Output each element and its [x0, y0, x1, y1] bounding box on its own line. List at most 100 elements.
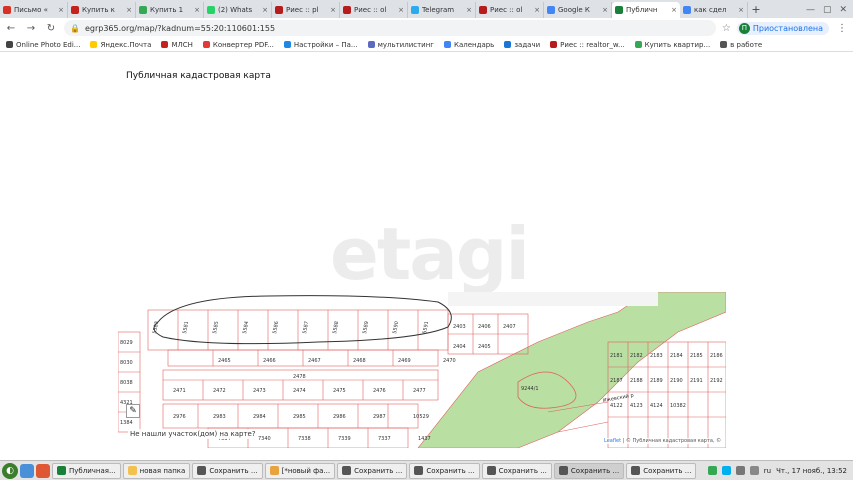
bookmark-label: в работе: [730, 40, 763, 49]
clock[interactable]: Чт., 17 нояб., 13:52: [776, 467, 847, 475]
tab-4[interactable]: Риес :: pl ×: [272, 2, 340, 18]
tab-title: (2) Whats: [218, 6, 253, 14]
tab-close-icon[interactable]: ×: [738, 6, 744, 14]
tab-2[interactable]: Купить 1 ×: [136, 2, 204, 18]
maximize-icon[interactable]: ▢: [823, 5, 832, 15]
parcel-label: 1384: [120, 420, 133, 426]
window-title: новая папка: [139, 466, 186, 475]
tab-10[interactable]: как сдел ×: [680, 2, 748, 18]
bookmark-item[interactable]: мультилистинг: [367, 41, 434, 49]
bookmark-item[interactable]: Настройки – Па...: [283, 41, 358, 49]
parcel-label: 5590: [392, 321, 400, 335]
reload-icon[interactable]: ↻: [44, 23, 58, 34]
window-icon: [342, 466, 352, 475]
parcel-label: 2477: [413, 388, 426, 394]
tab-close-icon[interactable]: ×: [398, 6, 404, 14]
not-found-link[interactable]: Не нашли участок(дом) на карте?: [128, 429, 258, 439]
minimize-icon[interactable]: —: [806, 5, 815, 15]
parcel-label: 2189: [650, 378, 663, 384]
parcel-label: 2987: [373, 414, 386, 420]
forward-icon[interactable]: →: [24, 23, 38, 34]
bookmark-item[interactable]: Конвертер PDF...: [202, 41, 274, 49]
back-icon[interactable]: ←: [4, 23, 18, 34]
tab-8[interactable]: Google К ×: [544, 2, 612, 18]
taskbar-window-item[interactable]: Сохранить ...: [481, 462, 552, 479]
tab-favicon-icon: [479, 6, 487, 14]
tab-7[interactable]: Риес :: ol ×: [476, 2, 544, 18]
bookmark-icon: [720, 41, 728, 48]
close-icon[interactable]: ✕: [839, 5, 847, 15]
tab-0[interactable]: Письмо « ×: [0, 2, 68, 18]
tab-strip: Письмо «× Купить к × Купить 1 × (2) Whats × Рие…: [0, 0, 853, 18]
taskbar-window-item[interactable]: [*новый фа...: [264, 462, 336, 479]
parcel-label: 5588: [332, 321, 340, 335]
tab-close-icon[interactable]: ×: [466, 6, 472, 14]
attribution-text: | © Публичная кадастровая карта, ©: [621, 438, 722, 444]
tab-close-icon[interactable]: ×: [194, 6, 200, 14]
parcel-label: 2184: [670, 353, 683, 359]
tab-9[interactable]: Публичн ×: [612, 2, 680, 18]
tab-close-icon[interactable]: ×: [602, 6, 608, 14]
tab-6[interactable]: Telegram ×: [408, 2, 476, 18]
tray-app-icon[interactable]: [707, 466, 717, 475]
taskbar-window-item[interactable]: Публичная...: [52, 462, 121, 479]
network-icon[interactable]: [735, 466, 745, 475]
profile-button[interactable]: П Приостановлена: [736, 21, 829, 35]
parcel-label: 2471: [173, 388, 186, 394]
parcel-label: 7337: [378, 436, 391, 442]
bookmark-item[interactable]: Календарь: [443, 41, 494, 49]
parcel-label: 2182: [630, 353, 643, 359]
tab-close-icon[interactable]: ×: [330, 6, 336, 14]
url-text[interactable]: egrp365.org/map/?kadnum=55:20:110601:155: [85, 24, 275, 33]
taskbar-window-item[interactable]: Сохранить ...: [192, 462, 263, 479]
parcel-label: 10382: [670, 403, 686, 409]
skype-icon[interactable]: [721, 466, 731, 475]
tab-close-icon[interactable]: ×: [58, 6, 64, 14]
cadastral-map[interactable]: 5583 5581 5585 5584 5586 5587 5588 5589 5590 5591…: [118, 292, 726, 448]
leaflet-link[interactable]: Leaflet: [604, 438, 621, 444]
taskbar-window-item[interactable]: Сохранить ...: [337, 462, 408, 479]
volume-icon[interactable]: [749, 466, 759, 475]
taskbar-window-item[interactable]: Сохранить ...: [553, 462, 625, 479]
bookmark-star-icon[interactable]: ☆: [722, 23, 731, 34]
keyboard-layout[interactable]: ru: [764, 467, 771, 475]
taskbar-window-item[interactable]: новая папка: [122, 462, 191, 479]
menu-icon[interactable]: ⋮: [835, 23, 849, 34]
tab-title: Публичн: [626, 6, 658, 14]
browser-launcher-icon[interactable]: [36, 463, 50, 478]
taskbar-window-item[interactable]: Сохранить ...: [626, 462, 697, 479]
files-launcher-icon[interactable]: [20, 463, 34, 478]
bookmark-item[interactable]: Риес :: realtor_w...: [550, 41, 625, 49]
parcel-label: 2185: [690, 353, 703, 359]
tab-close-icon[interactable]: ×: [534, 6, 540, 14]
page-title: Публичная кадастровая карта: [126, 71, 271, 81]
bookmark-icon: [504, 41, 512, 48]
bookmark-icon: [550, 41, 558, 48]
tab-close-icon[interactable]: ×: [126, 6, 132, 14]
bookmark-item[interactable]: Купить квартир...: [634, 41, 710, 49]
tab-1[interactable]: Купить к ×: [68, 2, 136, 18]
bookmark-item[interactable]: задачи: [504, 41, 540, 49]
bookmark-item[interactable]: в работе: [720, 41, 762, 49]
parcel-label: 2475: [333, 388, 346, 394]
bookmark-item[interactable]: Яндекс.Почта: [90, 41, 151, 49]
map-canvas[interactable]: 5583 5581 5585 5584 5586 5587 5588 5589 5590 5591…: [118, 292, 726, 448]
new-tab-button[interactable]: +: [748, 2, 764, 18]
profile-status: Приостановлена: [752, 23, 823, 33]
url-input[interactable]: 🔒 egrp365.org/map/?kadnum=55:20:110601:1…: [64, 20, 716, 36]
taskbar-windows: Публичная... новая папка Сохранить ... [*но…: [52, 462, 697, 479]
ruler-tool-icon[interactable]: ✎: [126, 404, 140, 418]
taskbar: ◐ Публичная... новая папка Сохранить ... [*…: [0, 460, 853, 480]
parcel-label: 5587: [302, 321, 310, 335]
parcel-label: 2985: [293, 414, 306, 420]
tab-close-icon[interactable]: ×: [671, 6, 677, 14]
window-title: Сохранить ...: [426, 466, 475, 475]
tab-close-icon[interactable]: ×: [262, 6, 268, 14]
taskbar-window-item[interactable]: Сохранить ...: [409, 462, 480, 479]
bookmark-item[interactable]: Online Photo Edi...: [6, 41, 80, 49]
tab-3[interactable]: (2) Whats ×: [204, 2, 272, 18]
window-title: [*новый фа...: [281, 466, 331, 475]
bookmark-item[interactable]: МЛСН: [161, 41, 193, 49]
tab-5[interactable]: Риес :: ol ×: [340, 2, 408, 18]
start-menu-button[interactable]: ◐: [2, 462, 18, 479]
